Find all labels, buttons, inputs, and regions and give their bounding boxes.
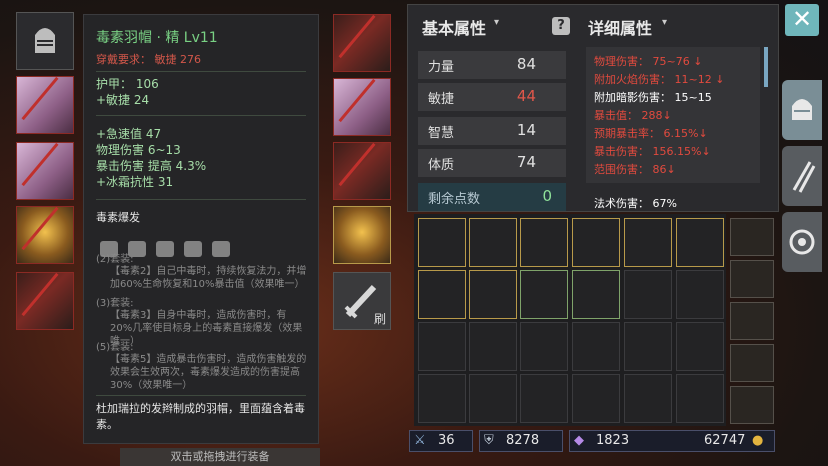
inventory-slot-22[interactable] xyxy=(572,374,620,423)
accessory-slot[interactable] xyxy=(333,206,391,264)
detail-area-damage: 范围伤害： 86↓ xyxy=(594,163,676,176)
inventory-slot-1[interactable] xyxy=(418,218,466,267)
bag-slot-1[interactable] xyxy=(730,218,774,256)
bonus-physical-damage: 物理伤害 6~13 xyxy=(96,143,181,157)
stat-row-wisdom: 智慧 14 xyxy=(418,117,566,145)
gem-icon: ◆ xyxy=(574,433,584,448)
stat-row-constitution: 体质 74 xyxy=(418,149,566,177)
bonus-frost-resist: +冰霜抗性 31 xyxy=(96,175,174,189)
set-bonus-5-text: 【毒素5】造成暴击伤害时，造成伤害触发的效果会生效两次，毒素爆发造成的伤害提高3… xyxy=(110,354,307,391)
gem-resource: ◆ 1823 62747 ● xyxy=(569,430,775,452)
inventory-slot-6[interactable] xyxy=(676,218,724,267)
item-requirement: 穿戴要求： 敏捷 276 xyxy=(96,53,201,66)
inventory-slot-15[interactable] xyxy=(520,322,568,371)
attack-icon: ⚔ xyxy=(414,433,426,448)
inventory-slot-7[interactable] xyxy=(418,270,466,319)
inventory-slot-10[interactable] xyxy=(572,270,620,319)
attributes-panel: 基本属性 ▾ ? 详细属性 ▾ 力量 84 敏捷 44 智慧 14 体质 74 … xyxy=(407,4,779,212)
attack-resource: ⚔ 36 xyxy=(409,430,473,452)
defense-value: 8278 xyxy=(506,433,540,448)
help-icon[interactable]: ? xyxy=(552,17,570,35)
close-button[interactable]: ✕ xyxy=(785,4,819,36)
helmet-slot[interactable] xyxy=(16,12,74,70)
item-description: 杜加瑞拉的发辫制成的羽帽，里面蕴含着毒素。 xyxy=(96,402,305,431)
set-bonus-2-text: 【毒素2】自己中毒时，持续恢复法力，并增加60%生命恢复和10%暴击值（效果唯一… xyxy=(110,266,307,290)
helmet-icon xyxy=(35,28,55,53)
tab-equipment[interactable] xyxy=(782,80,822,140)
helmet-icon xyxy=(792,99,812,120)
skill-slot[interactable]: 刷 xyxy=(333,272,391,330)
dropdown-icon[interactable]: ▾ xyxy=(494,17,499,28)
inventory-slot-23[interactable] xyxy=(624,374,672,423)
defense-resource: ⛨ 8278 xyxy=(479,430,563,452)
boots-slot[interactable] xyxy=(333,142,391,200)
weapon-slot[interactable] xyxy=(16,272,74,330)
bag-slot-2[interactable] xyxy=(730,260,774,298)
inventory-slot-21[interactable] xyxy=(520,374,568,423)
detail-crit-damage: 暴击伤害： 156.15%↓ xyxy=(594,145,711,158)
stat-armor: 护甲： 106 xyxy=(96,77,159,91)
gloves-slot[interactable] xyxy=(333,78,391,136)
attack-value: 36 xyxy=(438,433,455,448)
item-tooltip: 毒素羽帽 · 精 Lv11 穿戴要求： 敏捷 276 护甲： 106 +敏捷 2… xyxy=(83,14,319,444)
detail-fire-damage: 附加火焰伤害： 11~12 ↓ xyxy=(594,73,725,86)
inventory-slot-20[interactable] xyxy=(469,374,517,423)
inventory-slot-18[interactable] xyxy=(676,322,724,371)
gold-value: 62747 xyxy=(704,433,746,448)
bag-slot-4[interactable] xyxy=(730,344,774,382)
armor-slot[interactable] xyxy=(16,76,74,134)
inventory-slot-12[interactable] xyxy=(676,270,724,319)
basic-attr-header: 基本属性 xyxy=(422,19,487,38)
equip-hint: 双击或拖拽进行装备 xyxy=(120,448,320,466)
inventory-slot-8[interactable] xyxy=(469,270,517,319)
tab-settings[interactable] xyxy=(782,212,822,272)
chest-slot[interactable] xyxy=(16,142,74,200)
inventory-slot-2[interactable] xyxy=(469,218,517,267)
inventory-slot-3[interactable] xyxy=(520,218,568,267)
skill-badge: 刷 xyxy=(373,312,386,326)
coin-icon: ● xyxy=(752,433,764,448)
resource-bar: ⚔ 36 ⛨ 8278 ◆ 1823 62747 ● xyxy=(409,428,775,454)
gem-value: 1823 xyxy=(596,433,630,448)
detail-attr-header: 详细属性 xyxy=(588,19,653,38)
inventory-slot-5[interactable] xyxy=(624,218,672,267)
detail-dropdown-icon[interactable]: ▾ xyxy=(662,17,667,28)
inventory-slot-24[interactable] xyxy=(676,374,724,423)
ring-slot[interactable] xyxy=(16,206,74,264)
inventory-slot-19[interactable] xyxy=(418,374,466,423)
tab-skills[interactable] xyxy=(782,146,822,206)
wheel-icon xyxy=(789,229,815,255)
inventory-slot-17[interactable] xyxy=(624,322,672,371)
detail-stats-box: 物理伤害： 75~76 ↓ 附加火焰伤害： 11~12 ↓ 附加暗影伤害： 15… xyxy=(586,47,760,183)
side-tabs xyxy=(782,80,828,280)
detail-physical-damage: 物理伤害： 75~76 ↓ xyxy=(594,55,703,68)
inventory-slot-16[interactable] xyxy=(572,322,620,371)
detail-crit-rate: 预期暴击率： 6.15%↓ xyxy=(594,127,708,140)
amulet-slot[interactable] xyxy=(333,14,391,72)
inventory-slot-14[interactable] xyxy=(469,322,517,371)
detail-scrollbar[interactable] xyxy=(764,47,768,87)
detail-spell-damage: 法术伤害： 67% xyxy=(594,197,677,210)
claw-icon xyxy=(792,161,816,193)
detail-shadow-damage: 附加暗影伤害： 15~15 xyxy=(594,91,712,104)
stat-agility: +敏捷 24 xyxy=(96,93,150,107)
close-icon: ✕ xyxy=(791,5,813,33)
bonus-crit-damage: 暴击伤害 提高 4.3% xyxy=(96,159,207,173)
stat-row-agility: 敏捷 44 xyxy=(418,83,566,111)
inventory-slot-13[interactable] xyxy=(418,322,466,371)
detail-crit-value: 暴击值： 288↓ xyxy=(594,109,672,122)
bonus-haste: +急速值 47 xyxy=(96,127,162,141)
stat-row-strength: 力量 84 xyxy=(418,51,566,79)
bag-slot-3[interactable] xyxy=(730,302,774,340)
inventory-slot-4[interactable] xyxy=(572,218,620,267)
shield-icon: ⛨ xyxy=(484,433,494,448)
remaining-points: 剩余点数 0 xyxy=(418,183,566,211)
bag-slot-5[interactable] xyxy=(730,386,774,424)
item-title: 毒素羽帽 · 精 Lv11 xyxy=(96,30,218,46)
set-name: 毒素爆发 xyxy=(96,211,140,224)
inventory-slot-11[interactable] xyxy=(624,270,672,319)
inventory-slot-9[interactable] xyxy=(520,270,568,319)
